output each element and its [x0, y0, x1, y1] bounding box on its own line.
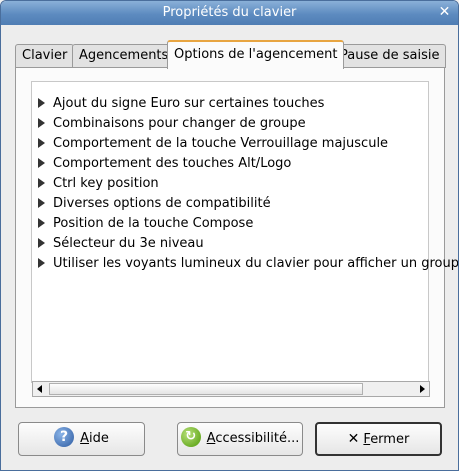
options-tree[interactable]: Ajout du signe Euro sur certaines touche…	[31, 81, 458, 383]
tab-layouts[interactable]: Agencements	[72, 44, 176, 68]
window-close-icon[interactable]: ✕	[437, 5, 452, 20]
expander-arrow-icon[interactable]	[38, 97, 45, 108]
option-row[interactable]: Sélecteur du 3e niveau	[38, 234, 204, 254]
expander-arrow-icon[interactable]	[38, 237, 45, 248]
tab-layouts-label: Agencements	[79, 48, 169, 63]
title-bar[interactable]: Propriétés du clavier ✕	[1, 1, 458, 25]
expander-arrow-icon[interactable]	[38, 257, 45, 268]
option-label: Combinaisons pour changer de groupe	[53, 116, 306, 131]
expander-arrow-icon[interactable]	[38, 157, 45, 168]
option-row[interactable]: Utiliser les voyants lumineux du clavier…	[38, 254, 459, 274]
help-label: ide	[89, 431, 109, 446]
option-label: Diverses options de compatibilité	[53, 196, 271, 211]
horizontal-scrollbar[interactable]	[32, 381, 430, 397]
close-button[interactable]: ✕ Fermer	[315, 422, 442, 456]
option-label: Ajout du signe Euro sur certaines touche…	[53, 96, 325, 111]
option-row[interactable]: Combinaisons pour changer de groupe	[38, 114, 306, 134]
option-label: Comportement des touches Alt/Logo	[53, 156, 292, 171]
accessibility-icon: ↻	[180, 427, 201, 447]
option-label: Utiliser les voyants lumineux du clavier…	[53, 256, 459, 271]
tab-keyboard-label: Clavier	[22, 48, 68, 63]
layout-options-panel: Ajout du signe Euro sur certaines touche…	[15, 67, 458, 408]
accessibility-mnemonic: A	[206, 431, 216, 446]
keyboard-properties-window: Propriétés du clavier ✕ Clavier Agenceme…	[0, 0, 459, 471]
scroll-right-arrow-icon[interactable]	[415, 382, 429, 396]
close-label: ermer	[370, 432, 410, 447]
option-label: Position de la touche Compose	[53, 216, 254, 231]
option-row[interactable]: Comportement de la touche Verrouillage m…	[38, 134, 388, 154]
tab-typing-break[interactable]: Pause de saisie	[333, 44, 447, 68]
expander-arrow-icon[interactable]	[38, 197, 45, 208]
accessibility-button[interactable]: ↻ Accessibilité...	[177, 422, 303, 456]
option-label: Sélecteur du 3e niveau	[53, 236, 204, 251]
tab-layout-options[interactable]: Options de l'agencement	[167, 40, 345, 69]
expander-arrow-icon[interactable]	[38, 117, 45, 128]
option-row[interactable]: Position de la touche Compose	[38, 214, 253, 234]
option-row[interactable]: Diverses options de compatibilité	[38, 194, 271, 214]
help-icon: ?	[54, 427, 75, 447]
option-row[interactable]: Comportement des touches Alt/Logo	[38, 154, 291, 174]
option-label: Ctrl key position	[53, 176, 159, 191]
window-title: Propriétés du clavier	[162, 5, 297, 20]
option-row[interactable]: Ajout du signe Euro sur certaines touche…	[38, 94, 324, 114]
tab-bar: Clavier Agencements Options de l'agencem…	[15, 40, 447, 69]
tab-typing-break-label: Pause de saisie	[340, 48, 440, 63]
help-mnemonic: A	[80, 431, 90, 446]
tab-layout-options-label: Options de l'agencement	[174, 47, 338, 62]
help-button[interactable]: ? Aide	[18, 422, 145, 456]
accessibility-label: ccessibilité...	[215, 431, 300, 446]
option-label: Comportement de la touche Verrouillage m…	[53, 136, 389, 151]
expander-arrow-icon[interactable]	[38, 217, 45, 228]
tab-keyboard[interactable]: Clavier	[15, 44, 75, 68]
scroll-left-arrow-icon[interactable]	[33, 382, 47, 396]
option-row[interactable]: Ctrl key position	[38, 174, 159, 194]
close-icon: ✕	[347, 431, 360, 447]
scrollbar-thumb[interactable]	[49, 383, 363, 395]
expander-arrow-icon[interactable]	[38, 137, 45, 148]
expander-arrow-icon[interactable]	[38, 177, 45, 188]
